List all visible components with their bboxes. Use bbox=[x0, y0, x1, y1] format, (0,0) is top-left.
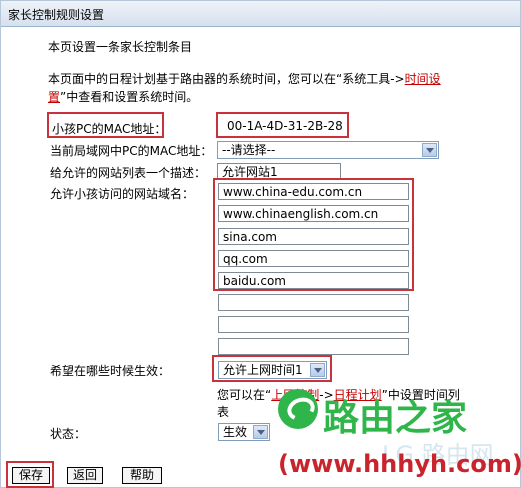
watermark-logo-icon bbox=[278, 389, 318, 429]
intro-text-end: ”中查看和设置系统时间。 bbox=[60, 90, 199, 104]
highlight-schedule bbox=[212, 355, 332, 382]
status-label: 状态： bbox=[50, 427, 87, 441]
time-settings-link-cont[interactable]: 置 bbox=[48, 90, 60, 104]
highlight-save bbox=[6, 461, 54, 488]
page-header: 家长控制规则设置 bbox=[1, 1, 520, 27]
chevron-down-icon[interactable] bbox=[253, 425, 268, 439]
watermark-url: (www.hhhyh.com) bbox=[278, 450, 521, 478]
intro-description-line2: 置”中查看和设置系统时间。 bbox=[48, 88, 198, 105]
schedule-note-line2: 表 bbox=[217, 405, 230, 419]
intro-text: 本页面中的日程计划基于路由器的系统时间，您可以在“系统工具-> bbox=[48, 72, 405, 86]
highlight-child-mac-input bbox=[216, 112, 349, 138]
domains-label: 允许小孩访问的网站域名： bbox=[50, 187, 195, 201]
watermark-title: 路由之家 bbox=[323, 398, 468, 439]
time-settings-link[interactable]: 时间设 bbox=[405, 72, 441, 86]
page-title: 家长控制规则设置 bbox=[8, 8, 105, 22]
lan-mac-selected: --请选择-- bbox=[222, 143, 276, 157]
chevron-down-icon[interactable] bbox=[422, 143, 437, 157]
lan-mac-select[interactable]: --请选择-- bbox=[217, 141, 439, 159]
domain-input-8[interactable] bbox=[218, 338, 409, 355]
section-heading: 本页设置一条家长控制条目 bbox=[48, 40, 193, 54]
highlight-child-mac-label bbox=[47, 112, 164, 138]
desc-label: 给允许的网站列表一个描述： bbox=[50, 166, 207, 180]
status-selected: 生效 bbox=[223, 425, 248, 439]
lan-mac-label: 当前局域网中PC的MAC地址： bbox=[50, 144, 213, 158]
domain-input-7[interactable] bbox=[218, 316, 409, 333]
back-button[interactable]: 返回 bbox=[67, 467, 103, 484]
intro-description-line1: 本页面中的日程计划基于路由器的系统时间，您可以在“系统工具->时间设 bbox=[48, 70, 441, 87]
schedule-label: 希望在哪些时候生效： bbox=[50, 364, 171, 378]
domain-input-6[interactable] bbox=[218, 294, 409, 311]
help-button[interactable]: 帮助 bbox=[122, 467, 162, 484]
highlight-domains bbox=[213, 178, 414, 291]
schedule-note-text: 您可以在“ bbox=[217, 388, 272, 402]
status-select[interactable]: 生效 bbox=[218, 423, 270, 441]
